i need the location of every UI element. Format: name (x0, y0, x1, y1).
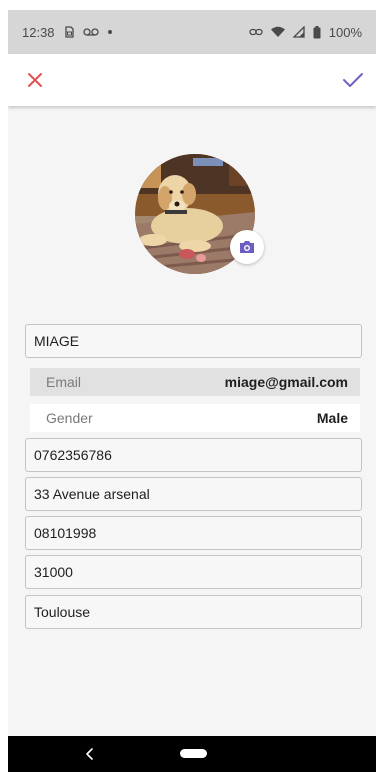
clock: 12:38 (22, 24, 55, 40)
sim-icon (63, 26, 75, 38)
link-icon (249, 28, 263, 36)
birthdate-value: 08101998 (34, 525, 97, 541)
close-button[interactable] (22, 67, 48, 93)
name-value: MIAGE (34, 333, 80, 349)
email-row: Email miage@gmail.com (30, 368, 360, 396)
birthdate-field[interactable]: 08101998 (25, 516, 362, 550)
close-icon (28, 73, 42, 87)
email-label: Email (46, 374, 82, 390)
city-value: Toulouse (34, 604, 91, 620)
signal-icon (292, 26, 305, 38)
dot-icon (107, 29, 113, 35)
gender-value: Male (316, 410, 348, 426)
system-nav-bar (8, 736, 376, 772)
phone-value: 0762356786 (34, 447, 112, 463)
screen: 12:38 100% MIAGE Email miage@gmail.com G… (8, 10, 376, 772)
gender-row: Gender Male (30, 404, 360, 432)
postal-code-value: 31000 (34, 564, 73, 580)
gender-label: Gender (46, 410, 93, 426)
address-value: 33 Avenue arsenal (34, 486, 150, 502)
back-icon[interactable] (82, 745, 98, 763)
phone-field[interactable]: 0762356786 (25, 438, 362, 472)
change-photo-button[interactable] (230, 230, 264, 264)
battery-level: 100% (328, 24, 362, 40)
name-field[interactable]: MIAGE (25, 324, 362, 358)
postal-code-field[interactable]: 31000 (25, 555, 362, 589)
email-value: miage@gmail.com (224, 374, 348, 390)
wifi-icon (270, 26, 285, 38)
save-button[interactable] (340, 67, 366, 93)
app-bar (8, 54, 376, 106)
home-pill-icon[interactable] (180, 749, 207, 758)
battery-icon (313, 25, 321, 39)
city-field[interactable]: Toulouse (25, 595, 362, 629)
check-icon (343, 73, 363, 87)
voicemail-icon (82, 27, 99, 37)
address-field[interactable]: 33 Avenue arsenal (25, 477, 362, 511)
status-bar: 12:38 100% (8, 10, 376, 54)
camera-icon (240, 241, 254, 253)
